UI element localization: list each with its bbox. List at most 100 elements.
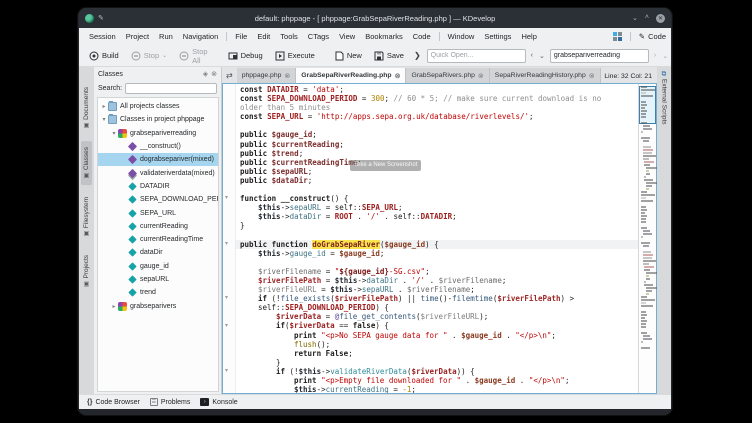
menu-tools[interactable]: Tools: [275, 30, 303, 43]
fold-marker-icon[interactable]: ▾: [225, 294, 228, 303]
class-tree: ▸All projects classes▾Classes in project…: [97, 97, 219, 392]
float-panel-icon[interactable]: ◈: [203, 70, 208, 78]
tab-close-icon[interactable]: ⊗: [395, 72, 401, 80]
tree-item-trend[interactable]: trend: [98, 286, 218, 299]
close-icon[interactable]: ✕: [656, 14, 665, 23]
stop-all-button[interactable]: Stop All: [175, 45, 211, 67]
code-line: public $trend;: [236, 149, 638, 158]
search-dropdown-icon[interactable]: ⌄: [538, 52, 546, 60]
tree-item-gauge-id[interactable]: gauge_id: [98, 260, 218, 273]
quick-open-input[interactable]: [427, 49, 526, 63]
build-button[interactable]: Build: [85, 49, 123, 63]
fold-marker-icon[interactable]: ▾: [225, 194, 228, 203]
bottom-tab-code-browser[interactable]: {}Code Browser: [87, 399, 140, 406]
stop-button[interactable]: Stop⌄: [127, 49, 171, 63]
tree-item-validateriverdata-mixed-[interactable]: validateriverdata(mixed): [98, 166, 218, 179]
tree-item-grabseparivers[interactable]: ▸grabseparivers: [98, 299, 218, 312]
tab-phppage.php[interactable]: phppage.php⊗: [237, 68, 297, 83]
tree-item-all-projects-classes[interactable]: ▸All projects classes: [98, 100, 218, 113]
menu-run[interactable]: Run: [154, 30, 178, 43]
code-line: }: [236, 358, 638, 367]
tree-item-label: __construct(): [140, 143, 181, 150]
tab-close-icon[interactable]: ⊗: [284, 72, 290, 80]
document-switcher-icon[interactable]: ⇄: [222, 71, 237, 83]
close-panel-icon[interactable]: ⊗: [211, 70, 217, 78]
editor[interactable]: ▾ ▾ ▾ ▾ ▾ Take a New Screenshot const DATADI…: [222, 83, 657, 394]
bottom-tab-problems[interactable]: ☰Problems: [150, 398, 191, 406]
menu-session[interactable]: Session: [84, 30, 121, 43]
new-button[interactable]: New: [331, 49, 366, 63]
tab-documents[interactable]: ▣Documents: [81, 81, 92, 135]
tab-external-scripts[interactable]: ⧉ External Scripts: [658, 69, 670, 127]
debug-button[interactable]: Debug: [224, 49, 267, 63]
tree-item-currentreadingtime[interactable]: currentReadingTime: [98, 233, 218, 246]
tree-item-sepaurl[interactable]: sepaURL: [98, 273, 218, 286]
code-area-button[interactable]: ✎ Code: [639, 32, 666, 41]
minimap-scrollbar[interactable]: [638, 84, 656, 393]
menu-code[interactable]: Code: [408, 30, 436, 43]
menu-bookmarks[interactable]: Bookmarks: [360, 30, 408, 43]
tree-item-sepa-download-period[interactable]: SEPA_DOWNLOAD_PERIOD: [98, 193, 218, 206]
tree-expander-icon[interactable]: ▾: [110, 130, 118, 137]
execute-button[interactable]: Execute: [271, 49, 319, 63]
tree-item-dograbsepariver-mixed-[interactable]: dograbsepariver(mixed): [98, 153, 218, 166]
toolbar-overflow-chevron[interactable]: ❯: [412, 51, 423, 60]
pin-icon: ✎: [98, 14, 104, 22]
menu-view[interactable]: View: [334, 30, 360, 43]
tab-grabsepariverreading.php[interactable]: GrabSepaRiverReading.php ⊗: [296, 68, 406, 83]
menu-window[interactable]: Window: [443, 30, 480, 43]
menu-help[interactable]: Help: [516, 30, 541, 43]
tab-grabseparivers.php[interactable]: GrabSepaRivers.php⊗: [406, 68, 489, 83]
tree-item-label: validateriverdata(mixed): [140, 170, 215, 177]
minimize-icon[interactable]: ⌄: [632, 14, 638, 23]
editor-search-input[interactable]: [550, 49, 649, 63]
screenshot-tooltip-artifact: Take a New Screenshot: [350, 160, 421, 171]
search-prev-icon[interactable]: ‹: [530, 52, 534, 59]
fold-marker-icon[interactable]: ▾: [225, 322, 228, 331]
tree-item-datadir[interactable]: dataDir: [98, 246, 218, 259]
bottom-tab-konsole[interactable]: ›Konsole: [200, 398, 237, 406]
tab-close-icon[interactable]: ⊗: [589, 72, 595, 80]
tree-expander-icon[interactable]: ▾: [100, 116, 108, 123]
tree-item-grabsepariverreading[interactable]: ▾grabsepariverreading: [98, 127, 218, 140]
area-switcher-icon[interactable]: [613, 32, 622, 41]
tree-item--construct-[interactable]: __construct(): [98, 140, 218, 153]
new-icon: [335, 51, 344, 61]
menu-settings[interactable]: Settings: [479, 30, 516, 43]
tree-item-sepa-url[interactable]: SEPA_URL: [98, 206, 218, 219]
title-bar[interactable]: ✎ default: phppage - [ phppage:GrabSepaR…: [79, 8, 671, 28]
tree-expander-icon[interactable]: ▸: [100, 103, 108, 110]
tree-item-label: gauge_id: [140, 263, 169, 270]
menu-project[interactable]: Project: [121, 30, 154, 43]
tab-classes[interactable]: ▣Classes: [81, 141, 92, 185]
code-line: }: [236, 221, 638, 230]
search-next-icon[interactable]: ›: [653, 52, 657, 59]
tab-label: GrabSepaRiverReading.php: [301, 72, 391, 79]
menu-ctags[interactable]: CTags: [303, 30, 334, 43]
save-button[interactable]: Save: [370, 49, 408, 63]
tree-item-label: currentReading: [140, 223, 188, 230]
maximize-icon[interactable]: ˄: [645, 14, 649, 23]
tab-close-icon[interactable]: ⊗: [478, 72, 484, 80]
code-line: const SEPA_URL = 'http://apps.sepa.org.u…: [236, 112, 638, 121]
tree-item-classes-in-project-phppage[interactable]: ▾Classes in project phppage: [98, 113, 218, 126]
dropdown-caret-icon[interactable]: ⌄: [162, 52, 167, 59]
editor-gutter[interactable]: ▾ ▾ ▾ ▾ ▾: [223, 84, 236, 393]
search-options-icon[interactable]: ⌄: [661, 52, 669, 60]
fold-marker-icon[interactable]: ▾: [225, 240, 228, 249]
editor-tab-bar: ⇄ phppage.php⊗GrabSepaRiverReading.php⊗G…: [222, 67, 657, 83]
toolbar-button-label: Stop: [144, 51, 159, 60]
toolbar-button-label: Build: [102, 51, 119, 60]
class-search-input[interactable]: [125, 83, 217, 94]
tree-item-datadir[interactable]: DATADIR: [98, 180, 218, 193]
fold-marker-icon[interactable]: ▾: [225, 367, 228, 376]
tab-projects[interactable]: ▣Projects: [81, 249, 92, 293]
tree-item-currentreading[interactable]: currentReading: [98, 220, 218, 233]
code-area[interactable]: Take a New Screenshot const DATADIR = 'd…: [236, 84, 638, 393]
tab-filesystem[interactable]: ▣Filesystem: [81, 191, 92, 243]
menu-edit[interactable]: Edit: [252, 30, 275, 43]
tree-expander-icon[interactable]: ▸: [110, 303, 118, 310]
menu-navigation[interactable]: Navigation: [178, 30, 223, 43]
tab-separiverreadinghistory.php[interactable]: SepaRiverReadingHistory.php⊗: [490, 68, 601, 83]
menu-file[interactable]: File: [230, 30, 252, 43]
